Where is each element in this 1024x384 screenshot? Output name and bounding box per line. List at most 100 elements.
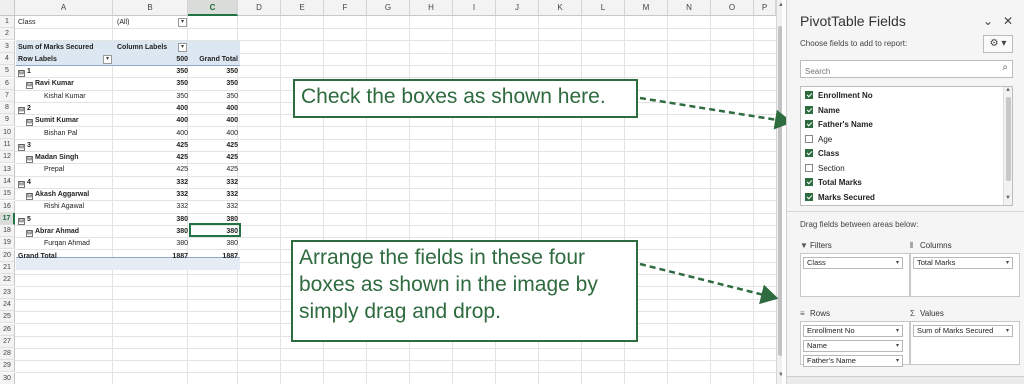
pivot-value-500[interactable]: 350 [117,66,190,78]
pivot-row-label[interactable]: Grand Total [18,251,116,263]
pivot-value-grand-total[interactable]: 1887 [190,251,240,263]
field-checkbox[interactable] [805,178,813,186]
pivot-value-500[interactable]: 425 [117,140,190,152]
pill-dropdown-icon[interactable]: ▾ [1006,258,1009,268]
field-scroll-thumb[interactable] [1006,97,1011,181]
scroll-thumb[interactable] [778,26,782,356]
row-labels-dropdown-icon[interactable]: ▾ [103,55,112,64]
column-header[interactable]: M [625,0,668,16]
row-header[interactable]: 13 [0,163,15,176]
field-checkbox[interactable] [805,134,813,143]
row-header[interactable]: 17 [0,212,15,225]
pivot-row-label[interactable]: ⊟ 1 [18,66,116,78]
row-header[interactable]: 9 [0,114,15,127]
pivot-value-500[interactable]: 332 [117,189,190,201]
row-header[interactable]: 11 [0,139,15,151]
row-header[interactable]: 6 [0,77,15,90]
filters-field-pill[interactable]: Class ▾ [803,257,903,269]
row-header[interactable]: 8 [0,102,15,115]
row-header[interactable]: 24 [0,298,15,311]
column-header[interactable]: C [188,0,238,16]
collapse-icon[interactable]: ⊟ [26,119,33,127]
row-header[interactable]: 2 [0,28,15,41]
pivot-value-grand-total[interactable]: 400 [190,115,240,127]
sheet-vertical-scrollbar[interactable]: ▲ ▼ [776,0,782,384]
pill-dropdown-icon[interactable]: ▾ [896,258,899,268]
pivot-value-grand-total[interactable]: 400 [190,103,240,115]
row-header[interactable]: 16 [0,200,15,213]
search-icon[interactable]: ⌕ [1002,62,1008,73]
column-header[interactable]: H [410,0,453,16]
field-item[interactable]: Section [805,162,845,176]
columns-area[interactable]: ⫴ Columns Total Marks ▾ [910,239,1020,297]
field-checkbox[interactable] [805,91,813,99]
field-item[interactable]: Name [805,104,840,118]
field-list-scrollbar[interactable]: ▲ ▼ [1003,87,1012,205]
field-scroll-up-icon[interactable]: ▲ [1004,87,1012,93]
pivot-value-grand-total[interactable]: 425 [190,152,240,164]
pivot-value-500[interactable]: 332 [117,177,190,189]
row-header[interactable]: 27 [0,335,15,348]
column-header[interactable]: N [668,0,711,16]
pivot-row-label[interactable]: ⊟ 2 [18,103,116,115]
field-item[interactable]: Age [805,133,832,147]
values-drop-box[interactable]: Sum of Marks Secured ▾ [910,321,1020,365]
filters-drop-box[interactable]: Class ▾ [800,253,910,297]
pivot-value-grand-total[interactable]: 350 [190,66,240,78]
collapse-icon[interactable]: ⊟ [18,143,25,151]
pivot-value-grand-total[interactable]: 332 [190,177,240,189]
collapse-icon[interactable]: ⊟ [18,106,25,114]
collapse-icon[interactable]: ⊟ [26,193,33,200]
pivot-value-grand-total[interactable]: 400 [190,128,240,140]
pivot-row-label[interactable]: ⊟ 5 [18,214,116,226]
row-header[interactable]: 20 [0,249,15,262]
columns-drop-box[interactable]: Total Marks ▾ [910,253,1020,297]
row-header[interactable]: 28 [0,348,15,361]
rows-field-pill[interactable]: Name ▾ [803,340,903,352]
row-header[interactable]: 23 [0,286,15,299]
pivot-row-label[interactable]: Kishal Kumar [44,91,116,103]
collapse-icon[interactable]: ⊟ [26,156,33,164]
pivot-row-label[interactable]: Rishi Agawal [44,201,116,213]
pill-dropdown-icon[interactable]: ▾ [896,356,899,366]
row-header[interactable]: 14 [0,175,15,188]
pivot-row-label[interactable]: ⊟ Madan Singh [26,152,116,164]
row-header[interactable]: 10 [0,126,15,139]
close-icon[interactable]: ✕ [1003,14,1013,28]
collapse-icon[interactable]: ⊟ [18,70,25,77]
pill-dropdown-icon[interactable]: ▾ [896,326,899,336]
gear-icon[interactable]: ⚙ ▾ [983,35,1013,53]
row-header[interactable]: 5 [0,65,15,78]
collapse-icon[interactable]: ⊟ [26,229,33,237]
pivot-row-label[interactable]: ⊟ Akash Aggarwal [26,189,116,201]
pivot-row-label[interactable]: ⊟ 4 [18,177,116,189]
column-header[interactable]: F [324,0,367,16]
active-cell[interactable] [189,223,241,237]
pivot-value-500[interactable]: 332 [117,201,190,213]
row-header[interactable]: 22 [0,274,15,287]
pivot-value-grand-total[interactable]: 350 [190,78,240,90]
pivot-value-500[interactable]: 1887 [117,251,190,263]
collapse-icon[interactable]: ⊟ [26,82,33,90]
field-item[interactable]: Total Marks [805,176,862,190]
field-item[interactable]: Marks Secured [805,191,875,205]
pill-dropdown-icon[interactable]: ▾ [896,341,899,351]
filters-area[interactable]: ▼ Filters Class ▾ [800,239,910,297]
pivot-value-500[interactable]: 350 [117,91,190,103]
filter-dropdown-icon[interactable]: ▾ [178,18,187,27]
pivot-value-500[interactable]: 400 [117,103,190,115]
field-checkbox[interactable] [805,120,813,128]
pivot-value-500[interactable]: 380 [117,214,190,226]
pivot-value-grand-total[interactable]: 332 [190,201,240,213]
row-header[interactable]: 25 [0,311,15,324]
search-input[interactable] [801,63,991,80]
field-checkbox[interactable] [805,149,813,157]
pivot-row-label[interactable]: ⊟ Abrar Ahmad [26,226,116,238]
column-header[interactable]: K [539,0,582,16]
rows-drop-box[interactable]: Enrollment No ▾ Name ▾ Father's Name ▾ [800,321,910,367]
column-header[interactable]: J [496,0,539,16]
collapse-icon[interactable]: ⊟ [18,180,25,188]
pivot-value-grand-total[interactable]: 380 [190,238,240,250]
column-header[interactable]: A [15,0,113,16]
chevron-down-icon[interactable]: ⌄ [983,14,993,28]
